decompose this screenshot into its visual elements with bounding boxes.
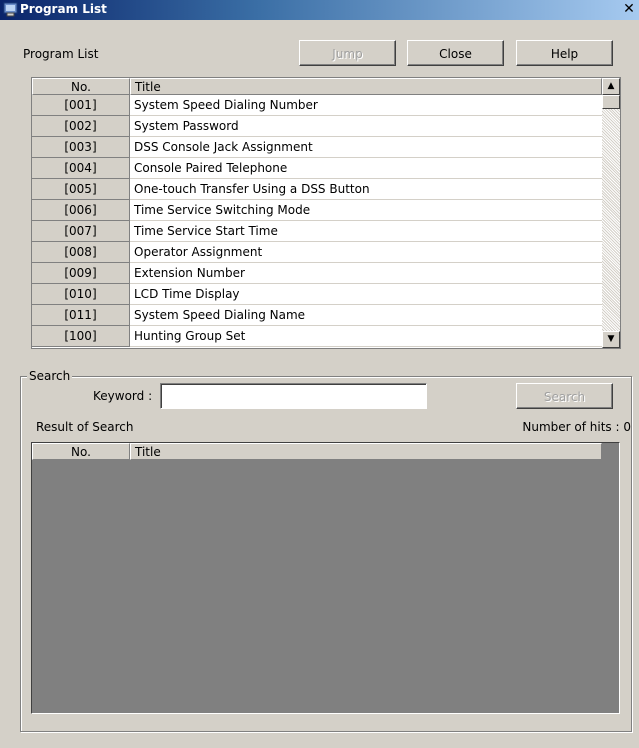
search-button-label: Search	[543, 390, 586, 404]
row-title: Time Service Switching Mode	[130, 200, 602, 221]
row-title: LCD Time Display	[130, 284, 602, 305]
row-no: [008]	[32, 242, 130, 263]
window-title: Program List	[20, 2, 107, 16]
row-no: [100]	[32, 326, 130, 347]
search-results-table[interactable]: No. Title	[31, 442, 620, 714]
table-header: No. Title	[32, 78, 602, 95]
row-no: [007]	[32, 221, 130, 242]
row-no: [003]	[32, 137, 130, 158]
close-window-button[interactable]: ✕	[621, 1, 637, 18]
row-no: [009]	[32, 263, 130, 284]
window-titlebar: Program List ✕	[0, 0, 639, 20]
table-row[interactable]: [001] System Speed Dialing Number	[32, 95, 602, 116]
table-rows: [001] System Speed Dialing Number [002] Sy…	[32, 95, 602, 347]
row-no: [006]	[32, 200, 130, 221]
table-row[interactable]: [003] DSS Console Jack Assignment	[32, 137, 602, 158]
row-no: [010]	[32, 284, 130, 305]
table-row[interactable]: [011] System Speed Dialing Name	[32, 305, 602, 326]
row-title: Hunting Group Set	[130, 326, 602, 347]
row-title: System Password	[130, 116, 602, 137]
table-row[interactable]: [008] Operator Assignment	[32, 242, 602, 263]
table-row[interactable]: [010] LCD Time Display	[32, 284, 602, 305]
arrow-down-icon[interactable]: ▼	[602, 331, 620, 348]
row-no: [005]	[32, 179, 130, 200]
program-list-label: Program List	[23, 47, 99, 61]
table-row[interactable]: [005] One-touch Transfer Using a DSS Butt…	[32, 179, 602, 200]
row-no: [002]	[32, 116, 130, 137]
number-of-hits-label: Number of hits : 0	[522, 420, 631, 434]
row-title: System Speed Dialing Name	[130, 305, 602, 326]
column-header-title[interactable]: Title	[130, 78, 602, 95]
jump-button-label: Jump	[332, 47, 363, 61]
row-title: Operator Assignment	[130, 242, 602, 263]
table-row[interactable]: [006] Time Service Switching Mode	[32, 200, 602, 221]
row-title: Extension Number	[130, 263, 602, 284]
row-no: [004]	[32, 158, 130, 179]
keyword-label: Keyword :	[93, 389, 153, 403]
vertical-scrollbar[interactable]: ▲ ▼	[602, 78, 620, 348]
results-column-header-no[interactable]: No.	[32, 443, 130, 460]
scrollbar-thumb[interactable]	[602, 95, 620, 109]
close-button[interactable]: Close	[407, 40, 504, 66]
row-no: [001]	[32, 95, 130, 116]
row-title: System Speed Dialing Number	[130, 95, 602, 116]
search-group-label: Search	[27, 369, 73, 383]
row-title: DSS Console Jack Assignment	[130, 137, 602, 158]
row-title: Console Paired Telephone	[130, 158, 602, 179]
program-list-table[interactable]: No. Title [001] System Speed Dialing Numb…	[31, 77, 621, 349]
jump-button[interactable]: Jump	[299, 40, 396, 66]
table-row[interactable]: [009] Extension Number	[32, 263, 602, 284]
table-row[interactable]: [100] Hunting Group Set	[32, 326, 602, 347]
table-row[interactable]: [002] System Password	[32, 116, 602, 137]
close-button-label: Close	[439, 47, 472, 61]
help-button[interactable]: Help	[516, 40, 613, 66]
column-header-no[interactable]: No.	[32, 78, 130, 95]
row-title: One-touch Transfer Using a DSS Button	[130, 179, 602, 200]
result-of-search-label: Result of Search	[36, 420, 134, 434]
table-row[interactable]: [007] Time Service Start Time	[32, 221, 602, 242]
results-table-header: No. Title	[32, 443, 602, 460]
row-title: Time Service Start Time	[130, 221, 602, 242]
arrow-up-icon[interactable]: ▲	[602, 78, 620, 95]
program-list-app-icon	[3, 2, 18, 17]
search-button[interactable]: Search	[516, 383, 613, 409]
row-no: [011]	[32, 305, 130, 326]
table-row[interactable]: [004] Console Paired Telephone	[32, 158, 602, 179]
help-button-label: Help	[550, 47, 579, 61]
keyword-input[interactable]	[160, 383, 427, 409]
results-column-header-title[interactable]: Title	[130, 443, 602, 460]
